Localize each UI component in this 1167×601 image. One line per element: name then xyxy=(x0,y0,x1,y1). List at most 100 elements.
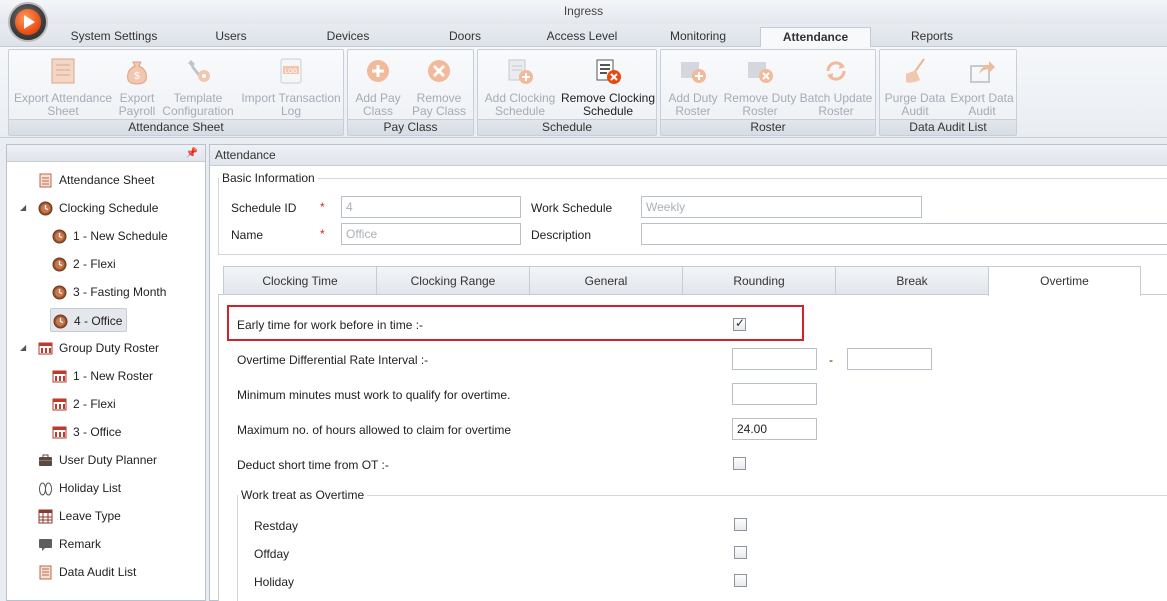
deduct-short-time-checkbox[interactable] xyxy=(733,457,746,470)
tree-item-label: Attendance Sheet xyxy=(59,173,155,187)
schedule-id-required-mark: * xyxy=(320,200,325,214)
tree-item[interactable]: ◢ Group Duty Roster xyxy=(20,336,163,360)
menu-tab-system-settings[interactable]: System Settings xyxy=(58,27,170,48)
tree-item[interactable]: ◢ Clocking Schedule xyxy=(20,196,162,220)
tree-item-label: Group Duty Roster xyxy=(59,341,160,355)
app-menu-logo-icon[interactable] xyxy=(8,2,48,42)
min-minutes-field[interactable] xyxy=(732,383,817,405)
holiday-checkbox[interactable] xyxy=(734,574,747,587)
ribbon-group-attendance-sheet: Export Attendance Sheet $ Export Payroll… xyxy=(8,49,344,136)
tree-item-box: Group Duty Roster xyxy=(36,336,163,360)
tree-item[interactable]: 4 - Office xyxy=(50,308,128,332)
work-schedule-field[interactable] xyxy=(641,196,922,218)
tree-item-label: 1 - New Schedule xyxy=(73,229,168,243)
tree-item-label: Holiday List xyxy=(59,481,122,495)
remove-schedule-icon xyxy=(596,59,621,84)
tree-item[interactable]: Remark xyxy=(36,532,105,556)
menu-tab-access-level[interactable]: Access Level xyxy=(536,27,628,48)
differential-rate-to-field[interactable] xyxy=(847,348,932,370)
tab-rounding[interactable]: Rounding xyxy=(682,266,836,295)
ribbon: Export Attendance Sheet $ Export Payroll… xyxy=(0,47,1167,138)
template-configuration-button[interactable]: Template Configuration xyxy=(159,54,237,120)
tree-item[interactable]: 1 - New Roster xyxy=(50,364,157,388)
roster-icon xyxy=(52,424,67,439)
tree-item-label: Leave Type xyxy=(59,509,121,523)
remove-pay-class-button[interactable]: Remove Pay Class xyxy=(406,54,472,120)
deduct-short-time-label: Deduct short time from OT :- xyxy=(237,458,389,472)
pin-icon[interactable]: 📌 xyxy=(186,148,198,159)
differential-rate-from-field[interactable] xyxy=(732,348,817,370)
ribbon-group-schedule: Add Clocking Schedule Remove Clocking Sc… xyxy=(477,49,657,136)
menu-tab-attendance[interactable]: Attendance xyxy=(760,27,871,48)
tree-item[interactable]: 3 - Fasting Month xyxy=(50,280,170,304)
tab-overtime[interactable]: Overtime xyxy=(988,266,1141,296)
tree-item[interactable]: Data Audit List xyxy=(36,560,140,584)
name-field[interactable] xyxy=(341,223,521,245)
offday-checkbox[interactable] xyxy=(734,546,747,559)
tree-expander-icon[interactable]: ◢ xyxy=(20,196,26,220)
roster-icon xyxy=(52,368,67,383)
add-pay-class-button[interactable]: Add Pay Class xyxy=(350,54,406,120)
remove-clocking-schedule-button[interactable]: Remove Clocking Schedule xyxy=(560,54,656,120)
tree-item[interactable]: 2 - Flexi xyxy=(50,392,120,416)
ribbon-group-data-audit-list: Purge Data Audit Export Data Audit Data … xyxy=(879,49,1017,136)
svg-text:$: $ xyxy=(134,71,140,82)
description-field[interactable] xyxy=(641,223,1167,245)
schedule-id-label: Schedule ID xyxy=(231,201,297,215)
import-transaction-log-button[interactable]: LOG Import Transaction Log xyxy=(239,54,343,120)
tab-clocking-time[interactable]: Clocking Time xyxy=(223,266,377,295)
clock-icon xyxy=(52,228,67,244)
add-clocking-schedule-button[interactable]: Add Clocking Schedule xyxy=(480,54,560,120)
batch-update-roster-button[interactable]: Batch Update Roster xyxy=(797,54,875,120)
tree-expander-icon[interactable]: ◢ xyxy=(20,336,26,360)
menu-tab-doors[interactable]: Doors xyxy=(430,27,500,48)
clock-icon xyxy=(52,256,67,272)
tree-item[interactable]: Leave Type xyxy=(36,504,125,528)
export-attendance-sheet-button[interactable]: Export Attendance Sheet xyxy=(11,54,115,120)
menu-tab-users[interactable]: Users xyxy=(196,27,266,48)
tree-item-label: 3 - Office xyxy=(73,425,122,439)
tree-item-box: Clocking Schedule xyxy=(36,196,162,220)
restday-checkbox[interactable] xyxy=(734,518,747,531)
schedule-id-field[interactable] xyxy=(341,196,521,218)
menu-tab-monitoring[interactable]: Monitoring xyxy=(656,27,740,48)
clock-icon xyxy=(53,313,68,329)
add-duty-roster-button[interactable]: Add Duty Roster xyxy=(663,54,723,120)
tree-item[interactable]: 1 - New Schedule xyxy=(50,224,172,248)
tree-item[interactable]: User Duty Planner xyxy=(36,448,161,472)
export-data-audit-button[interactable]: Export Data Audit xyxy=(948,54,1016,120)
tools-icon xyxy=(188,60,210,82)
tree-item-box: 1 - New Schedule xyxy=(50,224,172,248)
tab-general[interactable]: General xyxy=(529,266,683,295)
name-required-mark: * xyxy=(320,227,325,241)
tree-item-label: 2 - Flexi xyxy=(73,397,116,411)
tree-item-label: Clocking Schedule xyxy=(59,201,159,215)
offday-label: Offday xyxy=(254,547,290,561)
tab-break[interactable]: Break xyxy=(835,266,989,295)
tree-item[interactable]: 2 - Flexi xyxy=(50,252,120,276)
tree-item-box: Remark xyxy=(36,532,105,556)
menu-tab-devices[interactable]: Devices xyxy=(312,27,384,48)
tree-item[interactable]: Holiday List xyxy=(36,476,125,500)
clock-icon xyxy=(52,284,67,300)
tree-item-box: Leave Type xyxy=(36,504,125,528)
tree-item[interactable]: 3 - Office xyxy=(50,420,125,444)
tab-clocking-range[interactable]: Clocking Range xyxy=(376,266,530,295)
tree-item[interactable]: Attendance Sheet xyxy=(36,168,158,192)
work-treat-overtime-group: Work treat as Overtime xyxy=(237,488,1167,601)
add-schedule-icon xyxy=(508,59,533,84)
tree-item-label: 4 - Office xyxy=(74,314,123,328)
max-hours-field[interactable] xyxy=(732,418,817,440)
broom-icon xyxy=(906,58,925,83)
tree-item-box: Data Audit List xyxy=(36,560,140,584)
tree-item-box: 4 - Office xyxy=(50,308,128,332)
name-label: Name xyxy=(231,228,264,242)
export-payroll-button[interactable]: $ Export Payroll xyxy=(115,54,159,120)
tree-item-label: User Duty Planner xyxy=(59,453,158,467)
tree-item-label: 3 - Fasting Month xyxy=(73,285,167,299)
remove-duty-roster-button[interactable]: Remove Duty Roster xyxy=(723,54,797,120)
purge-data-audit-button[interactable]: Purge Data Audit xyxy=(882,54,948,120)
menu-tab-reports[interactable]: Reports xyxy=(894,27,970,48)
remove-roster-icon xyxy=(748,62,773,83)
tree-item-box: Holiday List xyxy=(36,476,125,500)
